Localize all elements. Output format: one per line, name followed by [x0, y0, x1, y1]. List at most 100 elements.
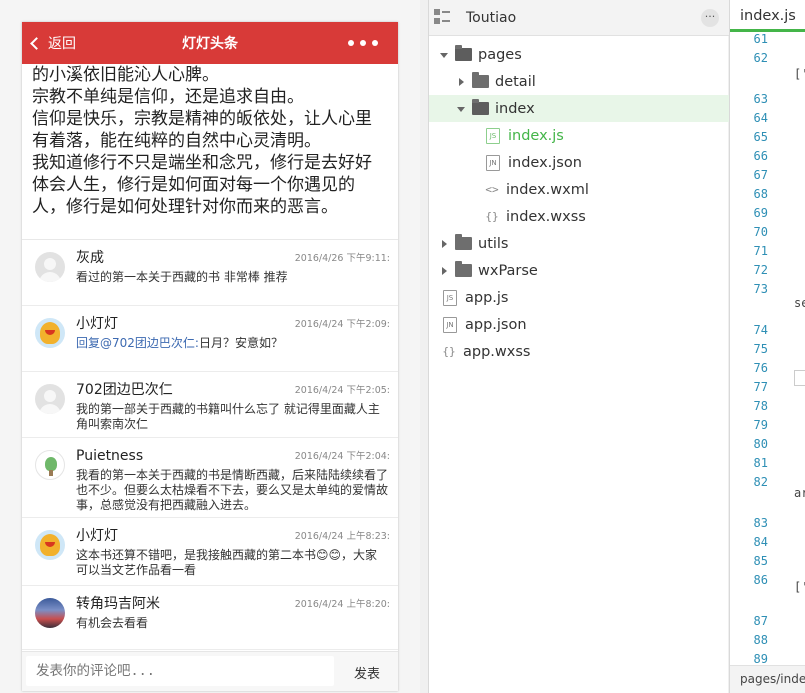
line-number: 75: [753, 342, 768, 356]
tree-item-label: utils: [478, 235, 509, 252]
line-number: 83: [753, 516, 768, 530]
js-file-icon: JS: [486, 127, 500, 144]
reply-mention-link[interactable]: 回复@702团边巴次仁:: [76, 336, 199, 350]
chevron-right-icon: [439, 239, 449, 249]
line-number: 70: [753, 225, 768, 239]
tree-item-label: index.wxml: [506, 181, 589, 198]
tree-folder-wxparse[interactable]: wxParse: [429, 257, 729, 284]
tree-folder-index[interactable]: index: [429, 95, 729, 122]
code-fragment[interactable]: [': [794, 67, 805, 81]
comment-time: 2016/4/24 下午2:09:: [294, 319, 390, 330]
code-fragment[interactable]: [': [794, 580, 805, 594]
more-options-button[interactable]: ···: [701, 9, 719, 27]
tree-file-app-wxss[interactable]: {} app.wxss: [429, 338, 729, 365]
chevron-left-icon: [30, 36, 43, 50]
line-number: 62: [753, 51, 768, 65]
comment-time: 2016/4/24 下午2:04:: [294, 451, 390, 462]
line-number: 67: [753, 168, 768, 182]
json-file-icon: JN: [486, 154, 500, 171]
editor-tab-index-js[interactable]: index.js: [730, 0, 805, 32]
comment-reply-text: 日月？安意如？: [198, 336, 283, 350]
line-number: 84: [753, 535, 768, 549]
fold-widget[interactable]: [794, 370, 805, 386]
article-body: 的小溪依旧能沁人心脾。 宗教不单纯是信仰，还是追求自由。 信仰是快乐，宗教是精神…: [22, 64, 398, 239]
chevron-down-icon: [456, 104, 466, 114]
comment-item: Puietness 2016/4/24 下午2:04: 我看的第一本关于西藏的书…: [22, 438, 398, 518]
default-avatar: [35, 252, 65, 282]
line-number: 65: [753, 130, 768, 144]
comment-item: 小灯灯 2016/4/24 下午2:09: 回复@702团边巴次仁:日月？安意如…: [22, 306, 398, 372]
tree-item-label: detail: [495, 73, 536, 90]
line-number: 63: [753, 92, 768, 106]
simulator-panel: 返回 灯灯头条 的小溪依旧能沁人心脾。 宗教不单纯是信仰，还是追求自由。 信仰是…: [0, 0, 420, 693]
folder-icon: [455, 261, 472, 277]
code-fragment[interactable]: ar: [794, 486, 805, 500]
line-number: 72: [753, 263, 768, 277]
page-title: 灯灯头条: [182, 36, 238, 52]
lamp-avatar: [35, 318, 65, 348]
line-number: 86: [753, 573, 768, 587]
tree-item-label: app.js: [465, 289, 509, 306]
tree-file-index-json[interactable]: JN index.json: [429, 149, 729, 176]
comment-time: 2016/4/24 下午2:05:: [294, 385, 390, 396]
tree-item-label: wxParse: [478, 262, 538, 279]
tree-layout-icon[interactable]: [434, 9, 450, 25]
comment-text: 我看的第一本关于西藏的书是情断西藏，后来陆陆续续看了也不少。但要么太枯燥看不下去…: [76, 468, 389, 512]
dot: [348, 40, 354, 46]
editor-tab-bar: index.js: [730, 0, 805, 32]
folder-icon: [455, 45, 472, 61]
line-number: 89: [753, 652, 768, 666]
default-avatar: [35, 384, 65, 414]
line-number: 82: [753, 475, 768, 489]
code-fragment[interactable]: se: [794, 296, 805, 310]
dot: [372, 40, 378, 46]
line-number: 71: [753, 244, 768, 258]
more-dots-icon[interactable]: [348, 22, 378, 64]
line-number: 76: [753, 361, 768, 375]
comment-time: 2016/4/24 上午8:23:: [294, 531, 390, 542]
article-paragraph: 我知道修行不只是端坐和念咒，修行是去好好体会人生，修行是如何面对每一个你遇见的人…: [32, 153, 372, 217]
line-number: 64: [753, 111, 768, 125]
tree-item-label: index.json: [508, 154, 582, 171]
photo-avatar: [35, 598, 65, 628]
tree-file-index-js[interactable]: JS index.js: [429, 122, 729, 149]
comment-time: 2016/4/24 上午8:20:: [294, 599, 390, 610]
comment-item: 灰成 2016/4/26 下午9:11: 看过的第一本关于西藏的书 非常棒 推荐: [22, 240, 398, 306]
js-file-icon: JS: [443, 289, 457, 306]
back-button[interactable]: 返回: [30, 22, 76, 64]
json-file-icon: JN: [443, 316, 457, 333]
line-number: 61: [753, 32, 768, 46]
tree-item-label: app.json: [465, 316, 527, 333]
tree-folder-detail[interactable]: detail: [429, 68, 729, 95]
comment-text: 这本书还算不错吧，是我接触西藏的第二本书😊😊，大家可以当文艺作品看一看: [76, 548, 378, 577]
tree-item-label: app.wxss: [463, 343, 531, 360]
navigation-bar: 返回 灯灯头条: [22, 22, 398, 64]
line-number: 73: [753, 282, 768, 296]
comment-bar: 发表: [22, 651, 398, 691]
tree-folder-utils[interactable]: utils: [429, 230, 729, 257]
comment-input[interactable]: [26, 656, 334, 686]
tree-item-label: index.wxss: [506, 208, 586, 225]
folder-icon: [472, 72, 489, 88]
tree-file-index-wxss[interactable]: {} index.wxss: [429, 203, 729, 230]
line-number: 69: [753, 206, 768, 220]
code-editor: index.js 61 62 63 64 65 66 67 68 69 70 71 72 73 74 75 7…: [729, 0, 805, 693]
comment-time: 2016/4/26 下午9:11:: [294, 253, 390, 264]
tree-file-app-js[interactable]: JS app.js: [429, 284, 729, 311]
line-number: 81: [753, 456, 768, 470]
line-number: 78: [753, 399, 768, 413]
chevron-right-icon: [439, 266, 449, 276]
tree-file-app-json[interactable]: JN app.json: [429, 311, 729, 338]
article-paragraph: 信仰是快乐，宗教是精神的皈依处，让人心里有着落，能在纯粹的自然中心灵清明。: [32, 109, 372, 151]
line-number: 74: [753, 323, 768, 337]
comment-text: 回复@702团边巴次仁:日月？安意如？: [76, 336, 388, 351]
line-number: 88: [753, 633, 768, 647]
line-number: 68: [753, 187, 768, 201]
send-button[interactable]: 发表: [354, 663, 380, 682]
dot: [360, 40, 366, 46]
tree-folder-pages[interactable]: pages: [429, 41, 729, 68]
lamp-avatar: [35, 530, 65, 560]
comment-list: 灰成 2016/4/26 下午9:11: 看过的第一本关于西藏的书 非常棒 推荐…: [22, 239, 398, 650]
tree-file-index-wxml[interactable]: <> index.wxml: [429, 176, 729, 203]
line-number-gutter: 61 62 63 64 65 66 67 68 69 70 71 72 73 74 75 76 77 78 79 80…: [730, 32, 780, 685]
